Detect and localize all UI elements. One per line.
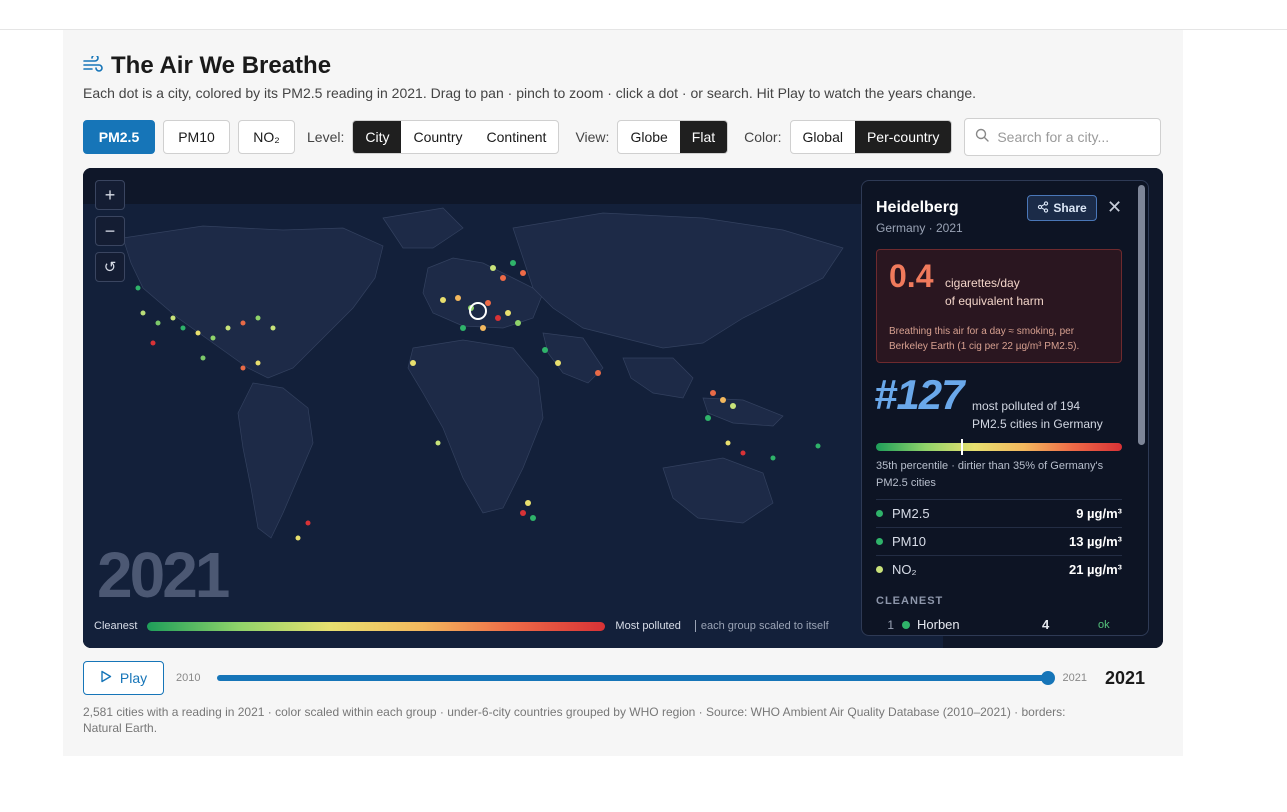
legend-gradient-bar: [147, 621, 606, 631]
metric-dot: [876, 566, 883, 573]
view-segmented: Globe Flat: [617, 120, 729, 154]
page-title: The Air We Breathe: [111, 52, 332, 79]
pollutant-pm10-button[interactable]: PM10: [163, 120, 230, 154]
play-button[interactable]: Play: [83, 661, 164, 695]
page-subtitle: Each dot is a city, colored by its PM2.5…: [83, 85, 977, 101]
percentile-text: 35th percentile · dirtier than 35% of Ge…: [876, 460, 1104, 489]
timeline-end-year: 2021: [1062, 672, 1087, 684]
year-slider[interactable]: [217, 671, 1056, 685]
view-globe-option[interactable]: Globe: [618, 121, 679, 153]
pollutant-no2-button[interactable]: NO₂: [238, 120, 295, 154]
search-input[interactable]: [997, 129, 1148, 145]
color-global-option[interactable]: Global: [791, 121, 855, 153]
metric-value: 21 µg/m³: [1068, 562, 1122, 577]
share-label: Share: [1053, 201, 1087, 215]
legend-min-label: Cleanest: [94, 620, 138, 632]
metric-row-pm10[interactable]: PM10 13 µg/m³: [876, 527, 1122, 555]
year-slider-thumb[interactable]: [1041, 671, 1056, 685]
color-segmented: Global Per-country: [789, 120, 953, 154]
panel-city-name: Heidelberg: [876, 199, 959, 216]
metric-value: 9 µg/m³: [1076, 506, 1122, 521]
timeline-start-year: 2010: [176, 672, 201, 684]
toolbar: PM2.5 PM10 NO₂ Level: City Country Conti…: [83, 118, 1162, 156]
city-detail-panel: Heidelberg Germany · 2021 Share ✕ 0.4 ci…: [861, 180, 1149, 636]
panel-scrollbar[interactable]: [1138, 185, 1145, 445]
reset-view-button[interactable]: ↺: [95, 252, 125, 282]
search-box: [964, 118, 1162, 156]
percentile-marker: [961, 439, 964, 455]
level-segmented: City Country Continent: [352, 120, 560, 154]
cleanest-row[interactable]: 1 Horben 4 ok: [876, 617, 1122, 632]
cleanest-rank: 1: [887, 617, 894, 632]
view-label: View:: [575, 129, 610, 145]
share-icon: [1037, 200, 1049, 216]
view-flat-option[interactable]: Flat: [679, 121, 728, 153]
metric-dot: [876, 538, 883, 545]
metric-name: NO₂: [892, 562, 917, 577]
color-per-country-option[interactable]: Per-country: [854, 121, 952, 153]
rank-desc-line2: PM2.5 cities in Germany: [972, 417, 1103, 431]
metric-value: 13 µg/m³: [1068, 534, 1122, 549]
rank-description: most polluted of 194 PM2.5 cities in Ger…: [972, 397, 1132, 433]
pollutant-pm25-button[interactable]: PM2.5: [83, 120, 155, 154]
harm-card: 0.4 cigarettes/day of equivalent harm Br…: [876, 249, 1122, 363]
percentile-bar: [876, 443, 1122, 451]
metric-row-no2[interactable]: NO₂ 21 µg/m³: [876, 555, 1122, 583]
cleanest-dot: [902, 620, 910, 629]
play-label: Play: [119, 670, 148, 686]
zoom-in-button[interactable]: +: [95, 180, 125, 210]
share-button[interactable]: Share: [1027, 195, 1097, 221]
legend-note: each group scaled to itself: [694, 620, 829, 632]
timeline: Play 2010 2021 2021: [83, 661, 1163, 695]
rank-value: #127: [874, 371, 964, 418]
metric-row-pm25[interactable]: PM2.5 9 µg/m³: [876, 499, 1122, 527]
panel-city-subtitle: Germany · 2021: [876, 221, 963, 235]
cleanest-status: ok: [1098, 618, 1110, 631]
harm-value: 0.4: [889, 258, 934, 294]
level-country-option[interactable]: Country: [401, 121, 474, 153]
level-label: Level:: [307, 129, 345, 145]
zoom-out-button[interactable]: −: [95, 216, 125, 246]
app-card: The Air We Breathe Each dot is a city, c…: [63, 30, 1183, 756]
harm-unit: cigarettes/day of equivalent harm: [945, 274, 1044, 310]
close-icon[interactable]: ✕: [1107, 197, 1122, 218]
harm-unit-line2: of equivalent harm: [945, 294, 1044, 308]
title-row: The Air We Breathe: [83, 52, 331, 80]
cleanest-city: Horben: [917, 617, 960, 632]
world-map[interactable]: + − ↺ 2021 Cleanest Most polluted each g…: [83, 168, 1163, 648]
wind-icon: [83, 53, 103, 77]
cleanest-heading: CLEANEST: [876, 595, 944, 607]
search-icon: [975, 128, 990, 147]
footer-note: 2,581 cities with a reading in 2021 · co…: [83, 705, 1066, 735]
metric-name: PM2.5: [892, 506, 930, 521]
metric-dot: [876, 510, 883, 517]
rank-desc-line1: most polluted of 194: [972, 399, 1081, 413]
year-overlay: 2021: [97, 539, 230, 611]
play-icon: [100, 670, 112, 686]
current-year: 2021: [1104, 667, 1146, 688]
legend-max-label: Most polluted: [615, 620, 681, 632]
color-legend: Cleanest Most polluted each group scaled…: [94, 620, 829, 632]
level-continent-option[interactable]: Continent: [475, 121, 559, 153]
cleanest-value: 4: [1042, 617, 1050, 632]
level-city-option[interactable]: City: [353, 121, 402, 153]
harm-note: Breathing this air for a day ≈ smoking, …: [889, 326, 1080, 352]
harm-unit-line1: cigarettes/day: [945, 276, 1020, 290]
metric-name: PM10: [892, 534, 926, 549]
color-label: Color:: [744, 129, 782, 145]
